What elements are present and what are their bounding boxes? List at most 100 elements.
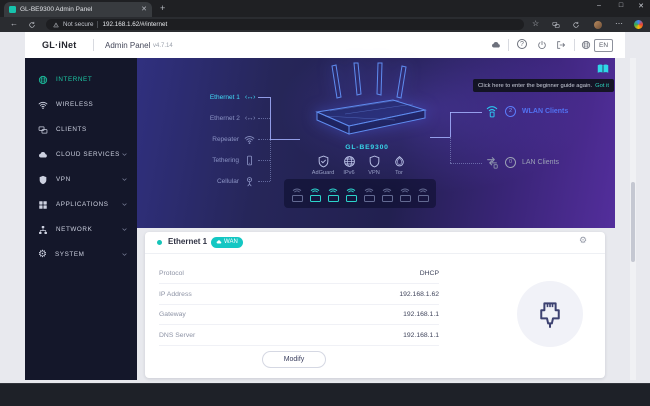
lan-count-badge: 0: [505, 157, 516, 168]
sidebar-item-label: VPN: [56, 176, 71, 183]
cloud-icon[interactable]: [491, 40, 501, 50]
interface-ethernet1[interactable]: Ethernet 1 ‹↔›: [143, 91, 255, 103]
logout-icon[interactable]: [556, 40, 566, 50]
row-label: DNS Server: [159, 332, 195, 339]
version-label: v4.7.14: [153, 43, 173, 49]
wifi-band-icon: [418, 186, 429, 202]
card-title: Ethernet 1: [168, 237, 207, 246]
feature-label: AdGuard: [312, 170, 334, 176]
wlan-clients-icon: [485, 104, 499, 118]
header-divider: [93, 39, 94, 51]
sidebar-item-vpn[interactable]: VPN: [25, 167, 137, 192]
back-button[interactable]: ←: [10, 20, 18, 28]
interface-label: Ethernet 2: [210, 115, 240, 122]
sidebar-item-wireless[interactable]: WIRELESS: [25, 92, 137, 117]
gear-icon: ⚙: [38, 250, 47, 260]
connector-line: [450, 112, 451, 137]
ethernet-plug-badge: [517, 281, 583, 347]
feature-label: IPv6: [343, 170, 354, 176]
cloud-icon: [38, 150, 48, 160]
language-globe-icon[interactable]: [581, 40, 591, 50]
chevron-down-icon: [121, 151, 128, 158]
network-topology-panel: Ethernet 1 ‹↔› Ethernet 2 ‹↔› Repeater T…: [137, 58, 615, 228]
vpn-shield-icon: [368, 155, 381, 168]
chevron-down-icon: [121, 201, 128, 208]
sidebar-item-internet[interactable]: INTERNET: [25, 67, 137, 92]
new-tab-button[interactable]: +: [160, 4, 165, 13]
browser-menu-icon[interactable]: ⋯: [615, 20, 623, 28]
profile-avatar[interactable]: [594, 21, 602, 29]
modify-button[interactable]: Modify: [262, 351, 326, 368]
header-divider: [508, 39, 509, 51]
wifi-band-icon: [382, 186, 393, 202]
admin-header: GL·iNet Admin Panel v4.7.14 ? EN: [25, 32, 625, 58]
ethernet-plug-icon: [535, 299, 565, 329]
tab-title: GL-BE9300 Admin Panel: [20, 6, 137, 13]
phone-icon: [244, 155, 255, 166]
sidebar-item-label: INTERNET: [56, 76, 92, 83]
wifi-band-icon: [310, 186, 321, 202]
feature-label: Tor: [395, 170, 403, 176]
refresh-icon[interactable]: [28, 21, 36, 29]
screen: GL-BE9300 Admin Panel ✕ + – □ ✕ ← Not se…: [0, 0, 650, 406]
wlan-clients[interactable]: 2 WLAN Clients: [485, 104, 568, 118]
window-minimize-button[interactable]: –: [592, 2, 606, 9]
sidebar-item-applications[interactable]: APPLICATIONS: [25, 192, 137, 217]
status-dot: [157, 240, 162, 245]
reboot-power-icon[interactable]: [537, 40, 547, 50]
copilot-icon[interactable]: [634, 20, 643, 29]
connector-line: [258, 160, 270, 161]
sidebar-item-clients[interactable]: CLIENTS: [25, 117, 137, 142]
tooltip-text: Click here to enter the beginner guide a…: [478, 83, 592, 89]
lan-clients-icon: [485, 155, 499, 169]
sidebar-item-cloud-services[interactable]: CLOUD SERVICES: [25, 142, 137, 167]
sidebar-item-system[interactable]: ⚙ SYSTEM: [25, 242, 137, 267]
chevron-down-icon: [121, 226, 128, 233]
card-settings-gear-icon[interactable]: ⚙: [579, 236, 587, 245]
window-maximize-button[interactable]: □: [614, 2, 628, 9]
connector-line: [258, 97, 270, 98]
connector-line: [270, 139, 271, 181]
row-label: IP Address: [159, 291, 192, 298]
history-icon[interactable]: [572, 21, 580, 29]
card-divider: [145, 253, 605, 254]
beginner-guide-book-icon[interactable]: [595, 62, 611, 76]
interface-repeater[interactable]: Repeater: [143, 133, 255, 145]
interface-label: Ethernet 1: [210, 94, 240, 101]
internet-globe-icon: [38, 75, 48, 85]
window-close-button[interactable]: ✕: [634, 2, 648, 10]
tooltip-got-it-button[interactable]: Got it: [595, 83, 609, 89]
url-bar[interactable]: Not secure 192.168.1.62/#/internet: [46, 19, 524, 30]
chevron-down-icon: [121, 176, 128, 183]
interface-tethering[interactable]: Tethering: [143, 154, 255, 166]
interface-label: Tethering: [212, 157, 239, 164]
table-row: Gateway 192.168.1.1: [159, 304, 439, 325]
interface-ethernet2[interactable]: Ethernet 2 ‹↔›: [143, 112, 255, 124]
wifi-band-icon: [364, 186, 375, 202]
adguard-shield-icon: [317, 155, 330, 168]
row-label: Protocol: [159, 270, 184, 277]
interface-cellular[interactable]: Cellular: [143, 175, 255, 187]
language-selector[interactable]: EN: [594, 39, 613, 52]
close-tab-icon[interactable]: ✕: [141, 6, 147, 13]
cellular-antenna-icon: [244, 176, 255, 187]
windows-taskbar: Search 17:44 30/07/2025: [0, 383, 650, 406]
connector-line: [450, 137, 451, 163]
url-text: 192.168.1.62/#/internet: [102, 21, 167, 28]
connector-line: [430, 137, 450, 138]
tor-onion-icon: [393, 155, 406, 168]
row-value: 192.168.1.1: [403, 332, 439, 339]
bookmark-star-icon[interactable]: ☆: [532, 20, 539, 28]
wifi-band-icon: [400, 186, 411, 202]
help-icon[interactable]: ?: [517, 39, 527, 49]
sidebar-item-label: NETWORK: [56, 226, 92, 233]
grid-icon: [38, 200, 48, 210]
split-screen-icon[interactable]: [552, 21, 560, 29]
wan-badge-label: WAN: [224, 239, 238, 245]
browser-tab[interactable]: GL-BE9300 Admin Panel ✕: [4, 2, 152, 17]
page-scrollbar-thumb[interactable]: [631, 182, 635, 262]
url-divider: [97, 21, 98, 28]
lan-clients[interactable]: 0 LAN Clients: [485, 155, 559, 169]
ipv6-globe-icon: [343, 155, 356, 168]
sidebar-item-network[interactable]: NETWORK: [25, 217, 137, 242]
